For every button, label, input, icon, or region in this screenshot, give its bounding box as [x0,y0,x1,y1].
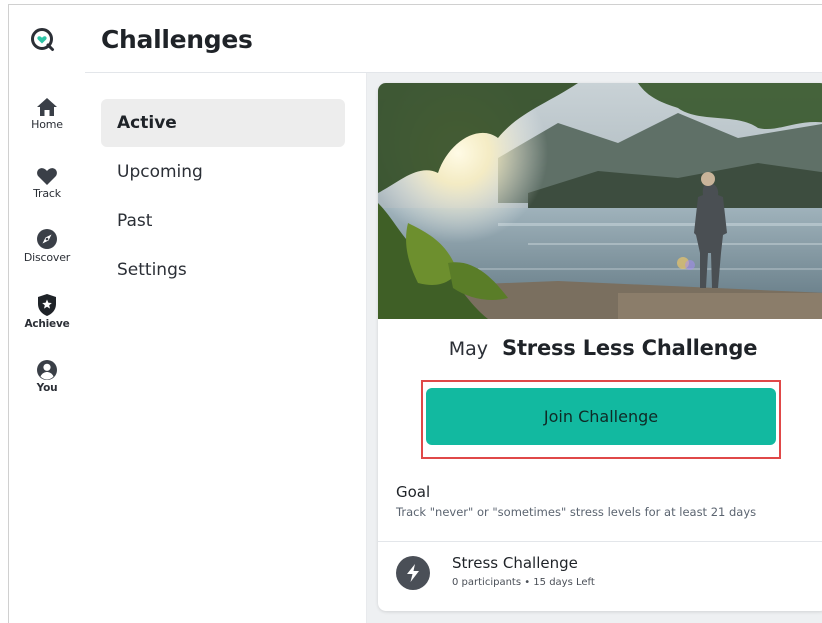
challenge-card: May Stress Less Challenge Join Challenge … [378,83,822,611]
nav-discover-label: Discover [23,251,71,264]
submenu-item-upcoming[interactable]: Upcoming [101,148,345,196]
lightning-bolt-icon [396,556,430,590]
nav-achieve[interactable]: Achieve [9,293,85,330]
nav-you[interactable]: You [9,359,85,394]
nav-track[interactable]: Track [9,166,85,200]
submenu-item-past[interactable]: Past [101,197,345,245]
heart-icon [37,168,57,185]
goal-title: Goal [396,483,431,501]
nav-home[interactable]: Home [9,97,85,131]
nav-track-label: Track [33,187,61,200]
nav-you-label: You [36,382,58,394]
stat-title: Stress Challenge [452,554,578,572]
join-challenge-button[interactable]: Join Challenge [426,388,776,445]
page-header: Challenges [85,5,822,73]
icon-rail: Home Track Discover Achieve You [9,5,85,623]
challenge-title-row: May Stress Less Challenge [378,336,822,360]
app-logo-icon[interactable] [30,27,56,53]
nav-achieve-label: Achieve [24,318,70,330]
challenge-month: May [448,338,489,360]
content-area: May Stress Less Challenge Join Challenge … [367,73,822,623]
challenge-hero-image [378,83,822,319]
page-title: Challenges [101,25,253,54]
home-icon [37,98,57,116]
submenu-item-active[interactable]: Active [101,99,345,147]
challenge-summary-row[interactable]: Stress Challenge 0 participants • 15 day… [378,542,822,611]
stat-meta: 0 participants • 15 days Left [452,577,595,588]
nav-discover[interactable]: Discover [9,228,85,264]
user-icon [37,360,57,380]
submenu-item-settings[interactable]: Settings [101,246,345,294]
app-window: Home Track Discover Achieve You Challeng… [8,4,822,623]
challenge-name: Stress Less Challenge [502,336,758,360]
nav-home-label: Home [31,118,63,131]
compass-icon [37,229,57,249]
star-shield-icon [38,294,56,316]
challenges-submenu: Active Upcoming Past Settings [85,73,367,623]
goal-description: Track "never" or "sometimes" stress leve… [396,505,757,519]
